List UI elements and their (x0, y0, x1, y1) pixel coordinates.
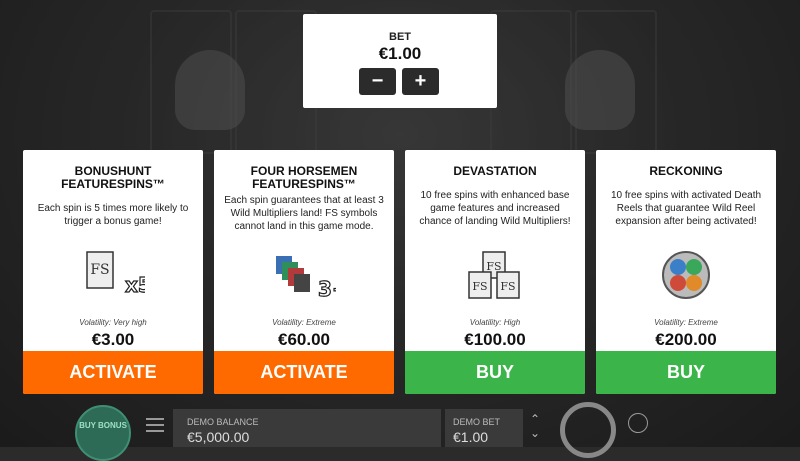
volatility-label: Volatility: Extreme (654, 318, 718, 327)
bet-value: €1.00 (378, 44, 422, 63)
demo-bet-box: DEMO BET €1.00 (445, 409, 523, 447)
balance-label: DEMO BALANCE (187, 417, 259, 427)
chevron-up-icon[interactable]: ⌃ (527, 412, 543, 426)
bet-panel: BET €1.00 − + (303, 14, 497, 108)
decrease-bet-button[interactable]: − (359, 68, 396, 95)
price-label: €3.00 (91, 330, 135, 349)
activate-bonushunt-button[interactable]: ACTIVATE (23, 351, 203, 394)
svg-text:FS: FS (500, 280, 515, 293)
volatility-label: Volatility: Very high (79, 318, 147, 327)
svg-text:FS: FS (486, 260, 501, 273)
death-reels-medallion-icon (662, 251, 710, 299)
volatility-label: Volatility: High (469, 318, 521, 327)
buy-bonus-label: BUY BONUS (79, 421, 127, 430)
svg-text:x5: x5 (125, 273, 145, 297)
fs-triple-icon: FS FS FS (468, 251, 520, 299)
card-description: Each spin is 5 times more likely to trig… (37, 203, 189, 227)
fs-x5-icon: FS x5 (86, 251, 145, 298)
four-horsemen-card: FOUR HORSEMEN FEATURESPINS™ Each spin gu… (214, 150, 394, 394)
demo-bet-value: €1.00 (453, 429, 489, 445)
spin-button[interactable] (560, 402, 616, 458)
buy-bonus-button[interactable]: BUY BONUS (75, 405, 131, 461)
autoplay-icon[interactable] (628, 413, 648, 433)
card-title: DEVASTATION (453, 164, 537, 178)
bonushunt-card: BONUSHUNT FEATURESPINS™ Each spin is 5 t… (23, 150, 203, 394)
chevron-down-icon[interactable]: ⌄ (527, 426, 543, 440)
card-description: 10 free spins with activated Death Reels… (610, 190, 762, 227)
price-label: €200.00 (655, 330, 717, 349)
card-description: 10 free spins with enhanced base game fe… (419, 190, 571, 227)
reckoning-card: RECKONING 10 free spins with activated D… (596, 150, 776, 394)
demo-bet-label: DEMO BET (453, 417, 501, 427)
svg-text:FS: FS (90, 262, 109, 278)
svg-text:3+: 3+ (318, 277, 336, 300)
wild-multipliers-3plus-icon: 3+ (276, 256, 336, 300)
buy-reckoning-button[interactable]: BUY (596, 351, 776, 394)
menu-icon[interactable] (146, 418, 164, 432)
devastation-card: DEVASTATION 10 free spins with enhanced … (405, 150, 585, 394)
card-title: RECKONING (649, 164, 723, 178)
card-title: FOUR HORSEMEN FEATURESPINS™ (250, 164, 358, 191)
bet-label: BET (389, 31, 411, 43)
volatility-label: Volatility: Extreme (272, 318, 336, 327)
card-title: BONUSHUNT FEATURESPINS™ (61, 164, 165, 191)
increase-bet-button[interactable]: + (402, 68, 439, 95)
activate-four-horsemen-button[interactable]: ACTIVATE (214, 351, 394, 394)
buy-devastation-button[interactable]: BUY (405, 351, 585, 394)
bet-stepper[interactable]: ⌃ ⌄ (527, 412, 543, 440)
price-label: €100.00 (464, 330, 526, 349)
balance-box: DEMO BALANCE €5,000.00 (173, 409, 441, 447)
card-description: Each spin guarantees that at least 3 Wil… (224, 195, 384, 232)
balance-value: €5,000.00 (187, 429, 250, 445)
price-label: €60.00 (278, 330, 330, 349)
svg-text:FS: FS (472, 280, 487, 293)
